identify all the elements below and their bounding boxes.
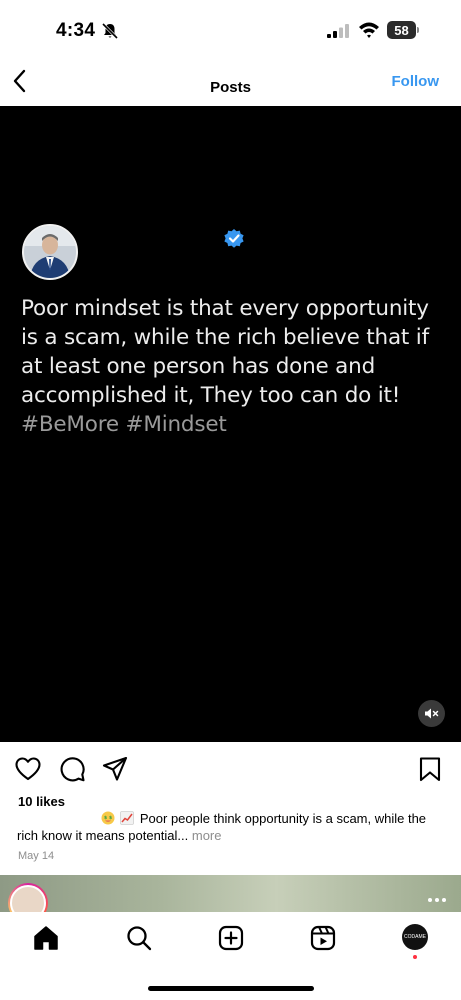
post-actions — [0, 750, 461, 786]
post-hashtags: #BeMore #Mindset — [21, 412, 227, 437]
author-avatar[interactable] — [22, 224, 78, 280]
post-caption: $ $ Poor people think opportunity is a s… — [17, 810, 447, 844]
cellular-signal-icon — [327, 24, 349, 38]
caption-text: Poor people think opportunity is a scam,… — [17, 811, 427, 843]
mute-button[interactable] — [418, 700, 445, 727]
nav-header: Posts Follow — [0, 60, 461, 106]
home-icon[interactable] — [32, 924, 60, 952]
speaker-muted-icon — [425, 708, 439, 719]
battery-indicator: 58 — [387, 21, 419, 39]
money-face-emoji-icon: $ $ — [101, 811, 115, 825]
reels-icon[interactable] — [309, 924, 337, 952]
post-date: May 14 — [18, 850, 55, 862]
like-count[interactable]: 10 likes — [18, 794, 65, 809]
home-indicator — [148, 986, 314, 991]
bell-slash-icon — [101, 22, 119, 40]
battery-tip — [417, 27, 419, 33]
wifi-icon — [359, 22, 379, 38]
post-media[interactable]: Poor mindset is that every opportunity i… — [0, 106, 461, 742]
battery-level: 58 — [387, 21, 416, 39]
verified-badge-icon — [224, 229, 244, 248]
status-time: 4:34 — [56, 20, 96, 41]
heart-icon[interactable] — [14, 755, 42, 783]
bottom-tab-bar: CODAME — [0, 912, 461, 1000]
next-post-avatar[interactable] — [8, 883, 48, 912]
plus-square-icon[interactable] — [217, 924, 245, 952]
bookmark-icon[interactable] — [416, 755, 444, 783]
search-icon[interactable] — [125, 924, 153, 952]
next-post-avatar-photo — [10, 885, 46, 912]
svg-text:$: $ — [104, 815, 107, 821]
post-quote-text: Poor mindset is that every opportunity i… — [21, 296, 429, 408]
notification-dot — [413, 955, 417, 959]
more-options-icon[interactable] — [427, 897, 447, 903]
next-post-preview[interactable] — [0, 875, 461, 912]
caption-more-link[interactable]: more — [192, 828, 222, 843]
svg-text:$: $ — [109, 815, 112, 821]
status-bar: 4:34 58 — [0, 0, 461, 60]
share-icon[interactable] — [101, 755, 129, 783]
comment-icon[interactable] — [58, 755, 86, 783]
profile-tab-avatar[interactable]: CODAME — [402, 924, 428, 950]
person-photo — [24, 226, 76, 278]
follow-button[interactable]: Follow — [392, 73, 440, 90]
chart-increasing-emoji-icon — [120, 811, 135, 825]
